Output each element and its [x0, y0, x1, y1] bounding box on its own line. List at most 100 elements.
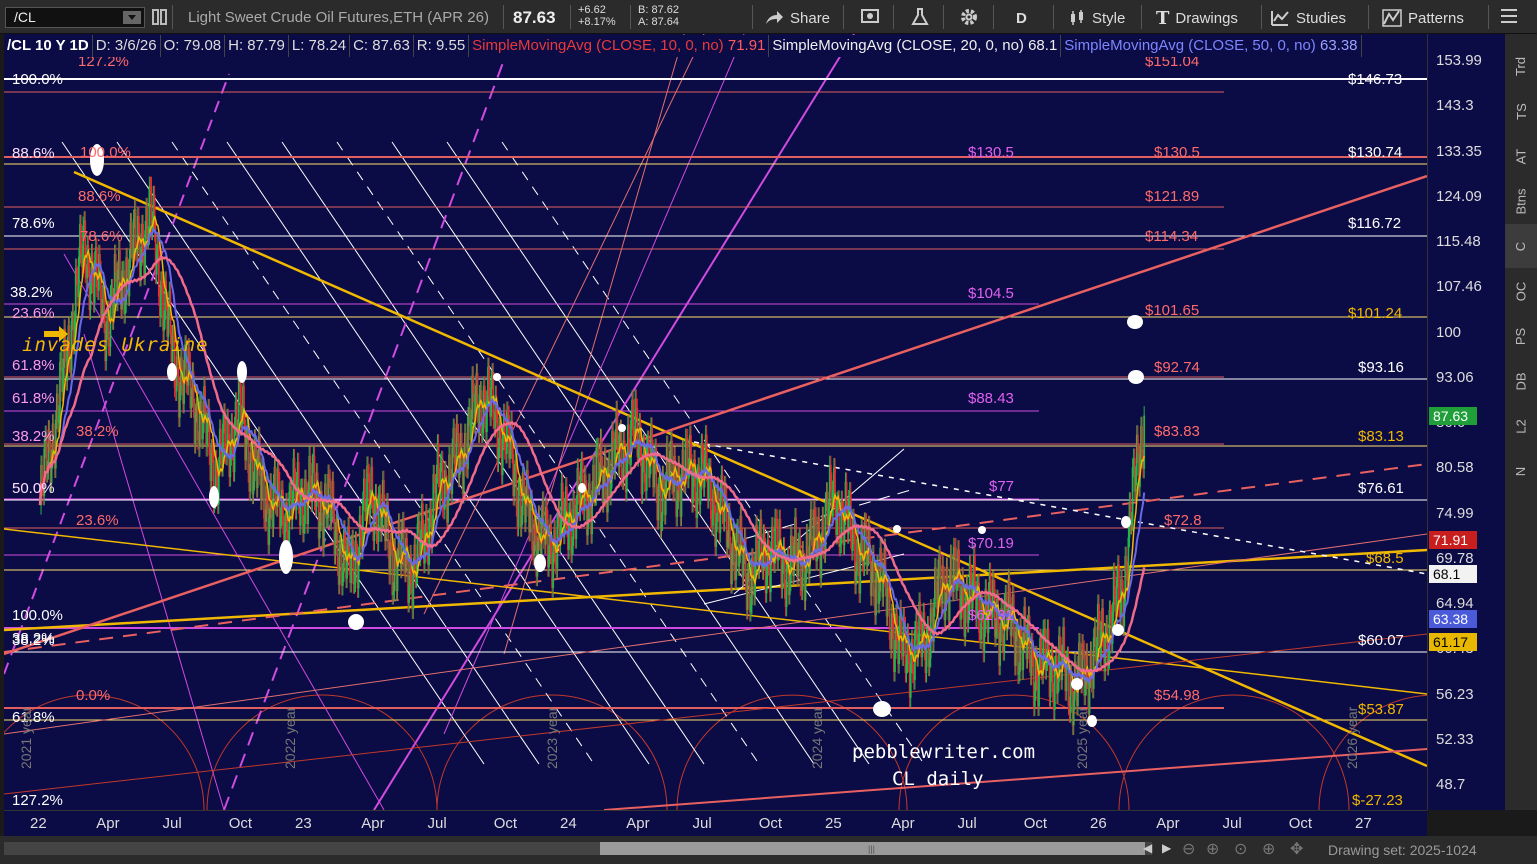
- sma50-legend[interactable]: SimpleMovingAvg (CLOSE, 50, 0, no) 63.38: [1061, 35, 1362, 57]
- time-tick: Oct: [1288, 815, 1313, 832]
- year-label: 2025 year: [1074, 706, 1090, 769]
- right-tab-c[interactable]: C: [1505, 224, 1537, 268]
- right-tab-oc[interactable]: OC: [1505, 269, 1537, 313]
- marker-ellipse: [348, 614, 364, 630]
- price-tag: 63.38: [1429, 610, 1477, 629]
- bid-ask: B: 87.62 A: 87.64: [638, 4, 679, 28]
- zoom-reset-icon[interactable]: ⊙: [1234, 839, 1247, 859]
- red-trendline: [4, 174, 1427, 656]
- time-tick: 22: [30, 815, 47, 832]
- zoom-in-icon[interactable]: ⊕: [1206, 839, 1219, 859]
- patterns-button[interactable]: Patterns: [1382, 7, 1464, 29]
- cycle-arc: [1118, 694, 1350, 810]
- scroll-thumb[interactable]: |||: [600, 842, 1145, 855]
- pink-level-label: $70.19: [968, 535, 1014, 552]
- price-tag: 68.1: [1429, 565, 1477, 584]
- time-tick: 24: [560, 815, 577, 832]
- gear-icon[interactable]: [959, 7, 979, 27]
- time-tick: 27: [1355, 815, 1372, 832]
- symbol-selector[interactable]: /CL: [5, 7, 145, 28]
- chart-canvas[interactable]: [4, 34, 1427, 810]
- flask-icon[interactable]: [910, 7, 930, 27]
- marker-ellipse: [167, 363, 177, 381]
- fib-label-inner: 78.6%: [80, 228, 123, 245]
- fib-label-inner: 0.0%: [76, 687, 111, 704]
- marker-ellipse: [893, 525, 901, 533]
- scroll-left-icon[interactable]: ◀: [1143, 841, 1152, 855]
- magenta-fan-line: [83, 333, 225, 810]
- sma20-legend[interactable]: SimpleMovingAvg (CLOSE, 20, 0, no) 68.1: [769, 35, 1062, 57]
- white-level-label: $116.72: [1348, 215, 1402, 232]
- time-tick: Jul: [1222, 815, 1242, 832]
- price-tick: 143.3: [1436, 97, 1474, 115]
- right-tab-ts[interactable]: TS: [1505, 89, 1537, 133]
- right-tab-n[interactable]: N: [1505, 449, 1537, 493]
- fib-channel-line: [116, 141, 540, 765]
- white-level-label: $60.07: [1358, 632, 1404, 649]
- pan-icon[interactable]: ✥: [1290, 839, 1303, 859]
- period-button[interactable]: D: [1016, 7, 1027, 29]
- fib-label-inner: 23.6%: [76, 512, 119, 529]
- red-level-label: $114.34: [1145, 228, 1199, 245]
- marker-ellipse: [1128, 370, 1144, 384]
- snapshot-icon[interactable]: [860, 7, 880, 27]
- style-button[interactable]: Style: [1068, 7, 1125, 29]
- price-tick: 80.58: [1436, 459, 1474, 477]
- right-tab-trd[interactable]: Trd: [1505, 44, 1537, 88]
- right-tab-label: AT: [1513, 148, 1529, 164]
- red-fan-line: [503, 34, 685, 655]
- study-legend: /CL 10 Y 1D D: 3/6/26 O: 79.08 H: 87.79 L: 7…: [4, 35, 1427, 57]
- yellow-level-label: $101.24: [1348, 305, 1403, 322]
- watermark-title: CL daily: [892, 768, 984, 790]
- right-tab-l2[interactable]: L2: [1505, 404, 1537, 448]
- right-tab-db[interactable]: DB: [1505, 359, 1537, 403]
- style-label: Style: [1092, 9, 1126, 27]
- pink-level-label: $130.5: [968, 144, 1014, 161]
- right-tab-btns[interactable]: Btns: [1505, 179, 1537, 223]
- chart-toolbar: /CL Light Sweet Crude Oil Futures,ETH (A…: [0, 0, 1537, 34]
- drawings-label: Drawings: [1175, 9, 1238, 27]
- menu-icon[interactable]: [1499, 7, 1519, 27]
- marker-ellipse: [618, 424, 626, 432]
- studies-button[interactable]: Studies: [1270, 7, 1346, 29]
- crosshair-icon[interactable]: ⊕: [1262, 839, 1275, 859]
- share-button[interactable]: Share: [764, 7, 830, 29]
- symbol-link-icon[interactable]: [150, 7, 170, 27]
- time-tick: Apr: [361, 815, 385, 832]
- fib-label-left: 78.6%: [12, 215, 55, 232]
- right-tab-label: L2: [1513, 418, 1529, 434]
- sma10-legend[interactable]: SimpleMovingAvg (CLOSE, 10, 0, no) 71.91: [469, 35, 770, 57]
- time-tick: Jul: [692, 815, 712, 832]
- patterns-label: Patterns: [1408, 9, 1464, 27]
- right-tab-ps[interactable]: PS: [1505, 314, 1537, 358]
- time-tick: Apr: [96, 815, 120, 832]
- bar-high: H: 87.79: [225, 35, 289, 57]
- right-tab-at[interactable]: AT: [1505, 134, 1537, 178]
- fib-label-inner: 38.2%: [76, 423, 119, 440]
- scroll-right-icon[interactable]: ▶: [1162, 841, 1171, 855]
- sma20-value: 68.1: [1028, 37, 1058, 54]
- marker-ellipse: [578, 483, 586, 493]
- price-axis[interactable]: 153.99 143.3 133.35 124.09 115.48 107.46 100 93…: [1427, 34, 1505, 810]
- bar-close: C: 87.63: [350, 35, 414, 57]
- price-tick: 133.35: [1436, 142, 1482, 160]
- red-level-label: $101.65: [1145, 302, 1200, 319]
- sma50-value: 63.38: [1319, 37, 1358, 54]
- time-axis[interactable]: 22 Apr Jul Oct 23 Apr Jul Oct 24 Apr Jul Oct 25 Apr Ju…: [4, 810, 1427, 836]
- chart-pane[interactable]: 100.0% 88.6% 78.6% 38.2% 23.6% 61.8% 61.8% 38.2…: [4, 34, 1427, 810]
- fib-label-left: 50.0%: [12, 480, 55, 497]
- watermark-site: pebblewriter.com: [852, 741, 1036, 763]
- chevron-down-icon[interactable]: [123, 11, 141, 24]
- fib-label-left: 23.6%: [12, 305, 55, 322]
- zoom-out-icon[interactable]: ⊖: [1182, 839, 1195, 859]
- pink-level-label: $88.43: [968, 390, 1014, 407]
- bar-date: D: 3/6/26: [93, 35, 161, 57]
- last-price: 87.63: [513, 8, 556, 27]
- drawings-button[interactable]: T Drawings: [1156, 7, 1238, 29]
- invasion-annotation: invades Ukraine: [22, 334, 209, 356]
- chart-header[interactable]: /CL 10 Y 1D: [4, 35, 93, 57]
- fib-channel-line: [61, 141, 485, 765]
- right-tab-label: OC: [1513, 281, 1529, 301]
- year-label: 2024 year: [809, 706, 825, 769]
- change-pct: +8.17%: [578, 16, 616, 28]
